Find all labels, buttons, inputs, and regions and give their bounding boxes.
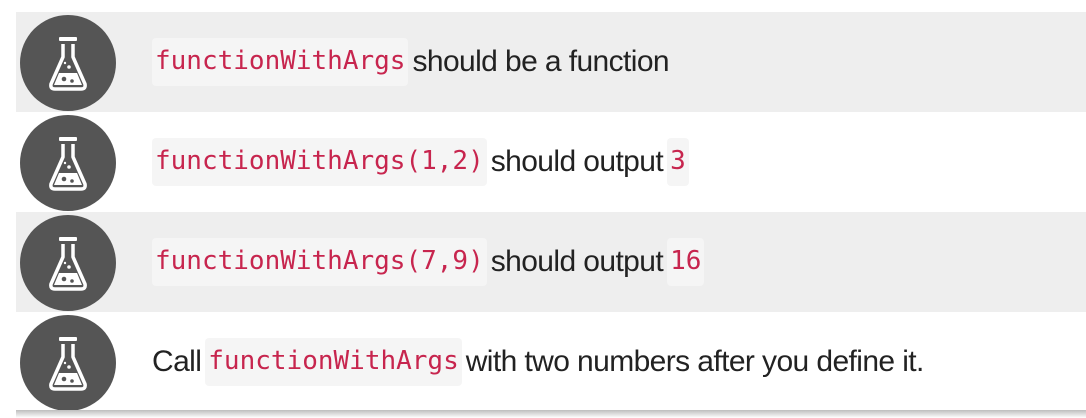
test-item: functionWithArgs(7,9) should output 16 (16, 212, 1086, 312)
test-text: Call (152, 345, 202, 378)
beaker-icon (20, 15, 116, 111)
code-snippet: 16 (667, 238, 705, 286)
test-list: functionWithArgs should be a function fun… (16, 12, 1086, 412)
test-item: Call functionWithArgs with two numbers aft… (16, 312, 1086, 412)
test-text: with two numbers after you define it. (465, 345, 925, 378)
code-snippet: functionWithArgs(7,9) (152, 238, 487, 286)
panel-bottom-shadow (16, 410, 1086, 418)
test-text: should output (490, 145, 664, 178)
test-text: should be a function (412, 45, 669, 78)
test-description: Call functionWithArgs with two numbers aft… (152, 312, 924, 412)
code-snippet: functionWithArgs (205, 338, 462, 386)
test-description: functionWithArgs(1,2) should output 3 (152, 112, 689, 212)
code-snippet: functionWithArgs (152, 38, 409, 86)
code-snippet: functionWithArgs(1,2) (152, 138, 487, 186)
test-item: functionWithArgs should be a function (16, 12, 1086, 112)
code-snippet: 3 (667, 138, 689, 186)
test-description: functionWithArgs should be a function (152, 12, 670, 112)
test-description: functionWithArgs(7,9) should output 16 (152, 212, 705, 312)
test-item: functionWithArgs(1,2) should output 3 (16, 112, 1086, 212)
beaker-icon (20, 115, 116, 211)
beaker-icon (20, 215, 116, 311)
test-text: should output (490, 245, 664, 278)
beaker-icon (20, 315, 116, 411)
